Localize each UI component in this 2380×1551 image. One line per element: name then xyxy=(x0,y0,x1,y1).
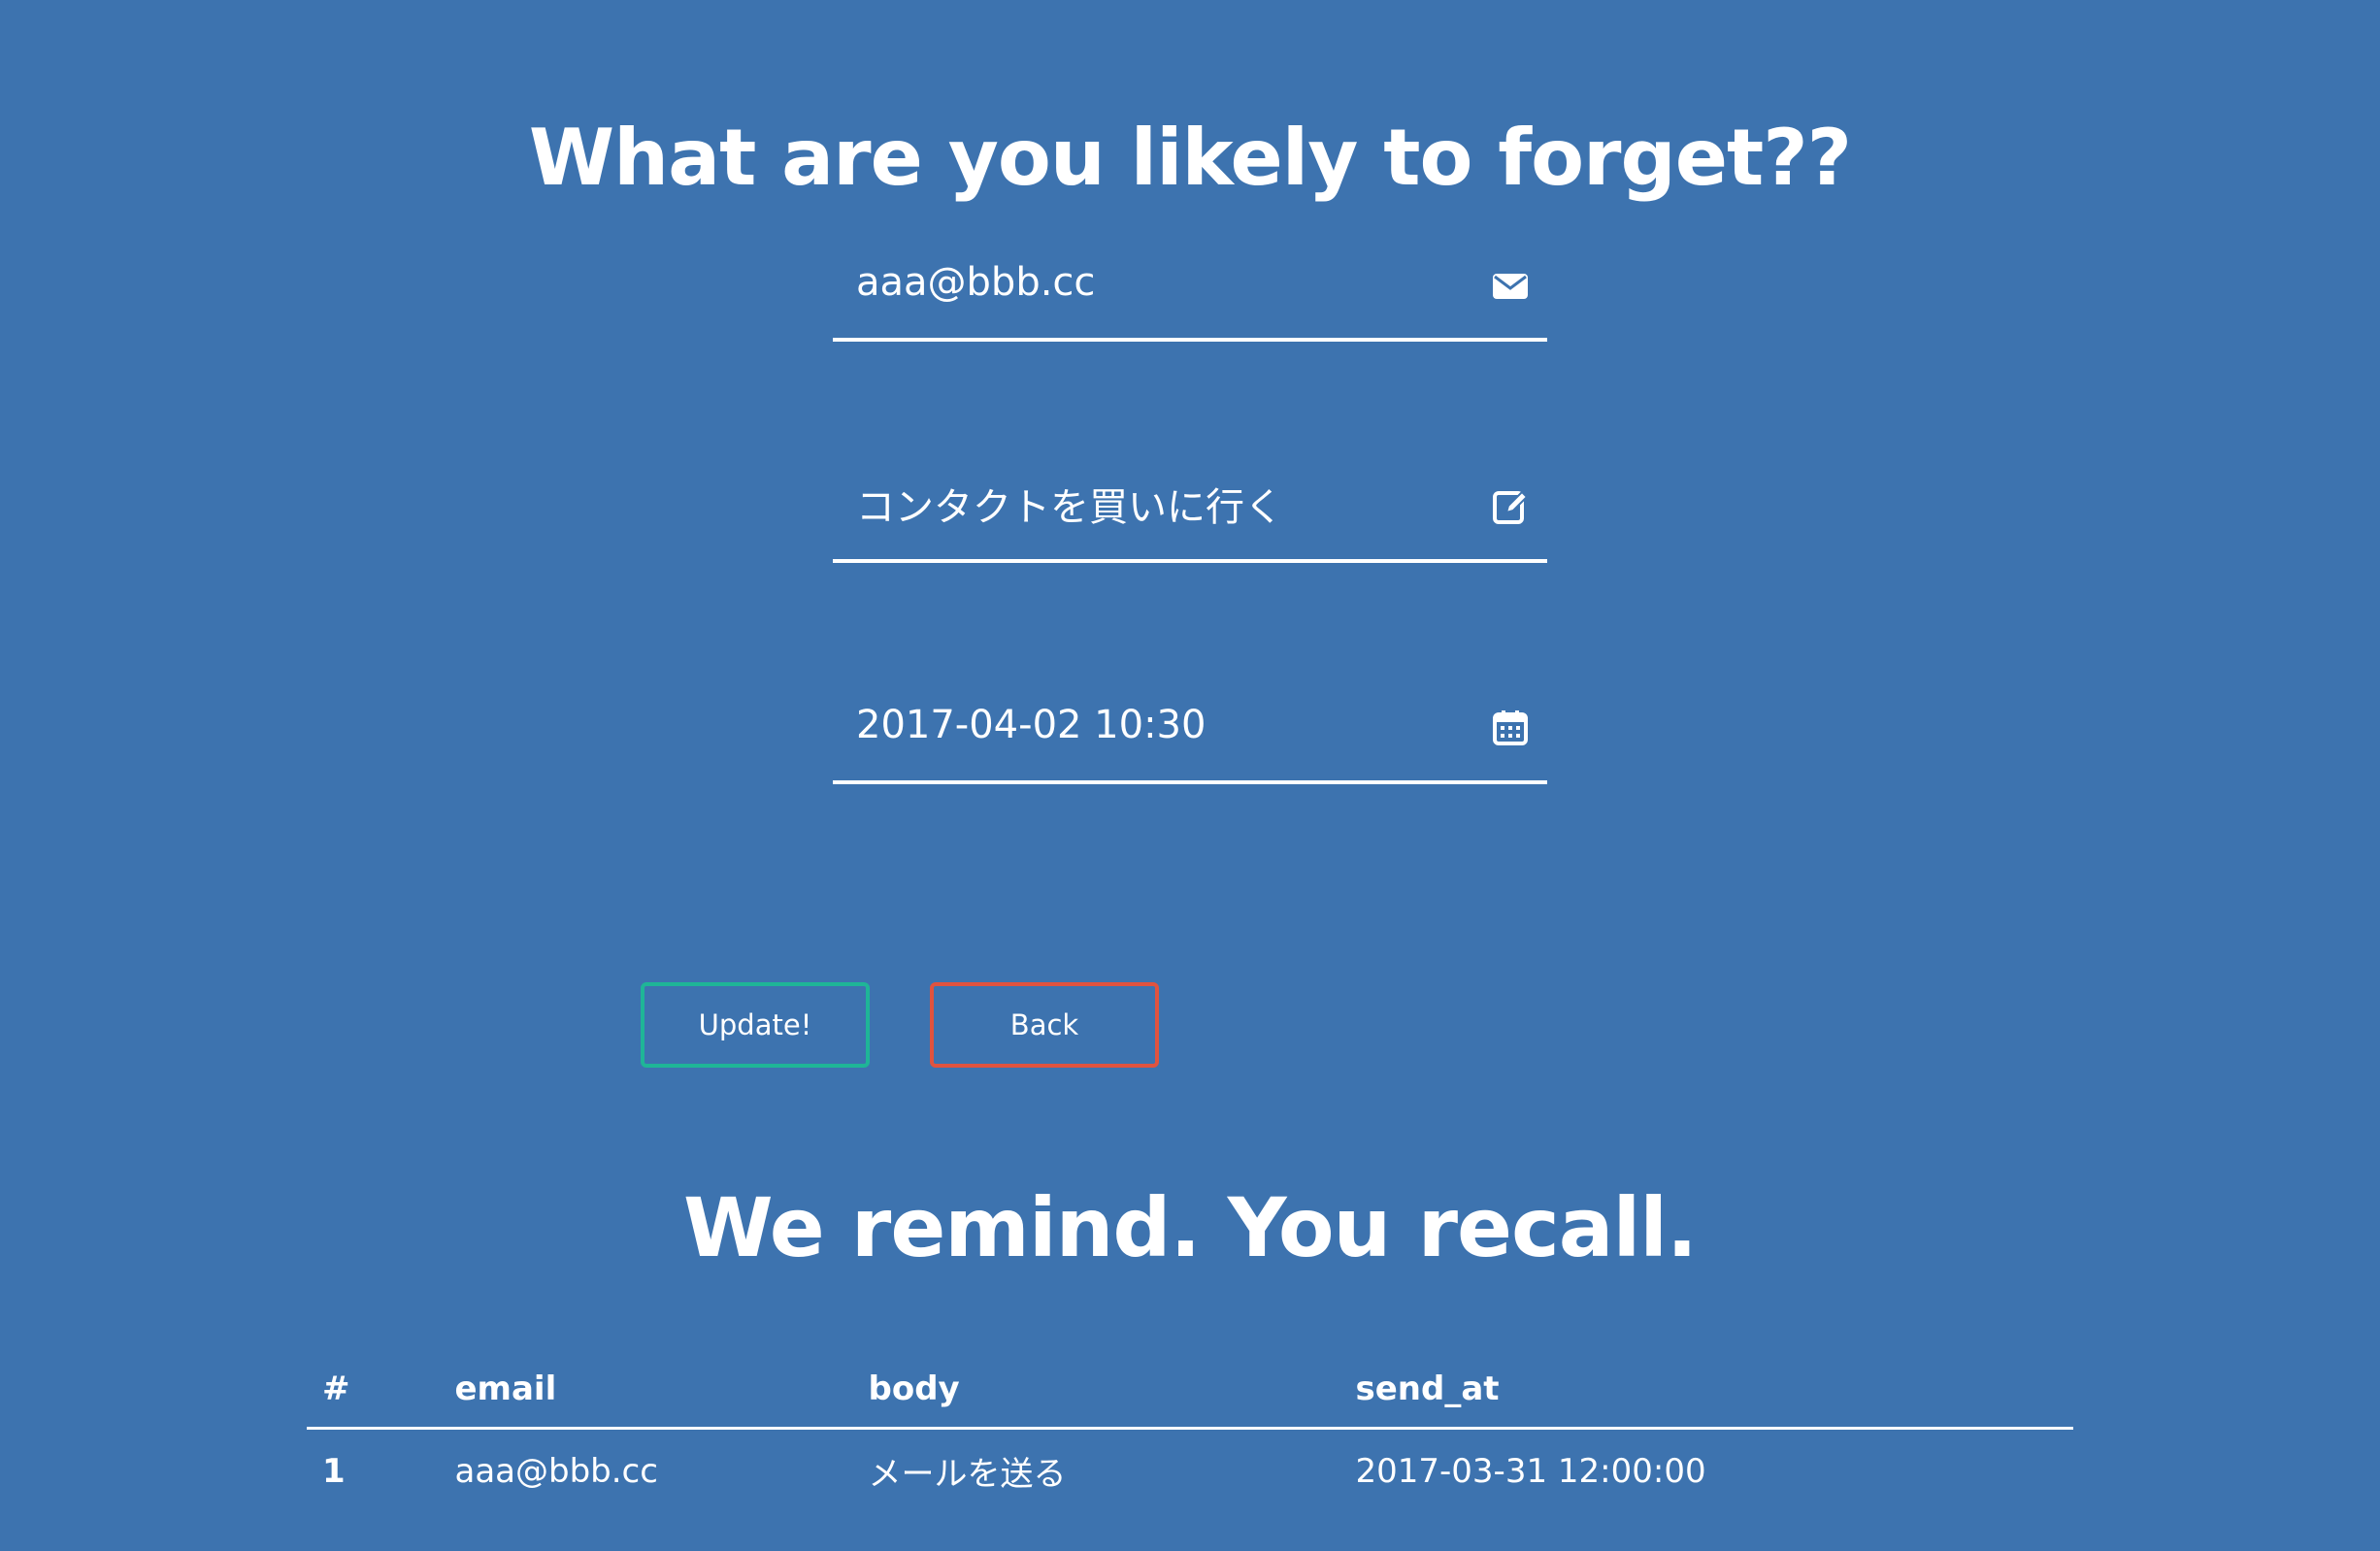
calendar-icon xyxy=(1491,709,1530,747)
reminders-table: # email body send_at 1 aaa@bbb.cc メールを送る… xyxy=(307,1359,2073,1504)
row-body: メールを送る xyxy=(868,1455,1067,1494)
envelope-icon xyxy=(1491,266,1530,305)
table-row: 1 aaa@bbb.cc メールを送る 2017-03-31 12:00:00 xyxy=(307,1429,2073,1505)
section-title: We remind. You recall. xyxy=(683,1180,1698,1275)
email-field xyxy=(833,231,1547,342)
page-title: What are you likely to forget?? xyxy=(528,113,1852,203)
row-email: aaa@bbb.cc xyxy=(454,1451,658,1491)
send-at-field xyxy=(833,674,1547,784)
row-send-at: 2017-03-31 12:00:00 xyxy=(1355,1451,1706,1491)
edit-icon xyxy=(1491,487,1530,526)
table-header-row: # email body send_at xyxy=(307,1359,2073,1430)
body-input[interactable] xyxy=(856,470,1438,538)
email-input[interactable] xyxy=(856,248,1438,316)
update-button[interactable]: Update! xyxy=(641,982,870,1068)
send-at-input[interactable] xyxy=(856,691,1438,759)
header-num: # xyxy=(307,1359,350,1430)
body-field xyxy=(833,452,1547,563)
back-button[interactable]: Back xyxy=(930,982,1159,1068)
header-body: body xyxy=(868,1359,1356,1430)
header-send-at: send_at xyxy=(1355,1359,2073,1430)
header-email: email xyxy=(349,1359,869,1430)
row-num: 1 xyxy=(322,1451,346,1491)
